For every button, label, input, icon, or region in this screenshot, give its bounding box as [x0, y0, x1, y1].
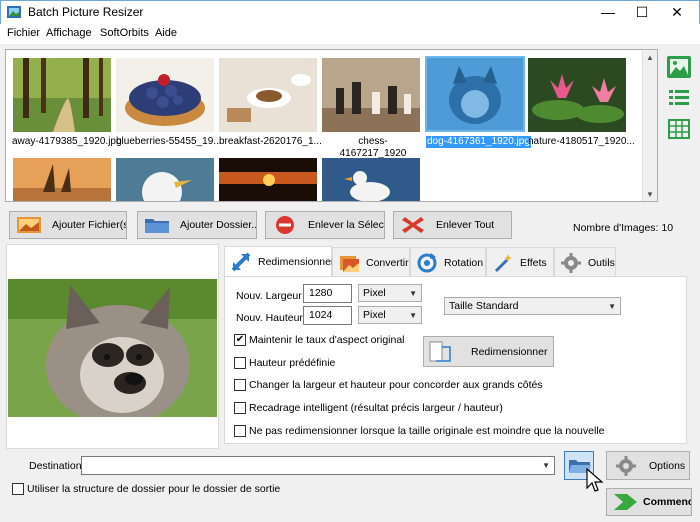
start-label: Commencer: [643, 496, 691, 508]
table-view-icon[interactable]: [666, 117, 692, 141]
tab-redimensionner[interactable]: Redimensionner: [224, 246, 335, 277]
thumbnail-list[interactable]: away-4179385_1920.jpg blueberries-55455_…: [5, 49, 658, 202]
height-unit-value: Pixel: [363, 309, 386, 321]
tab-convertir[interactable]: Convertir: [332, 247, 410, 277]
add-folder-label: Ajouter Dossier...: [180, 219, 257, 231]
thumbnail-label: nature-4180517_1920...: [528, 136, 635, 147]
remove-circle-icon: [276, 216, 294, 234]
chevron-down-icon: ▼: [608, 301, 616, 311]
gear-icon: [561, 252, 581, 273]
thumbnail-nature[interactable]: [528, 58, 626, 132]
no-upscale-label: Ne pas redimensionner lorsque la taille …: [249, 425, 605, 437]
preset-size-value: Taille Standard: [449, 300, 519, 312]
thumbnail-label: away-4179385_1920.jpg: [12, 136, 122, 147]
menu-aide[interactable]: Aide: [155, 27, 177, 39]
remove-all-button[interactable]: Enlever Tout: [393, 211, 512, 239]
image-count: Nombre d'Images: 10: [573, 222, 674, 234]
tab-label: Redimensionner: [258, 256, 335, 268]
chevron-down-icon: ▼: [409, 288, 417, 298]
convert-image-icon: [340, 255, 359, 272]
thumbnail-sunset[interactable]: [219, 158, 317, 201]
tab-label: Outils: [588, 256, 615, 269]
add-files-button[interactable]: Ajouter Fichier(s)...: [9, 211, 127, 239]
destination-input[interactable]: ▼: [81, 456, 555, 475]
add-image-icon: [17, 217, 41, 233]
width-unit-select[interactable]: Pixel ▼: [358, 284, 422, 302]
preview-panel: [6, 244, 219, 449]
resize-button[interactable]: Redimensionner: [423, 336, 554, 367]
start-arrow-icon: [614, 494, 637, 510]
width-unit-value: Pixel: [363, 287, 386, 299]
scroll-up-icon[interactable]: ▲: [646, 53, 654, 62]
magic-wand-icon: [494, 253, 512, 272]
remove-all-icon: [402, 217, 424, 233]
height-unit-select[interactable]: Pixel ▼: [358, 306, 422, 324]
width-input[interactable]: 1280: [303, 284, 352, 303]
options-label: Options: [649, 459, 686, 472]
thumbnail-view-icon[interactable]: [666, 55, 692, 79]
menu-affichage[interactable]: Affichage: [46, 27, 92, 39]
preview-image: [8, 279, 217, 417]
height-input[interactable]: 1024: [303, 306, 352, 325]
thumbnail-duck[interactable]: [322, 158, 420, 201]
thumbnail-blueberries[interactable]: [116, 58, 214, 132]
thumbnail-scrollbar[interactable]: ▲ ▼: [642, 50, 657, 201]
start-button[interactable]: Commencer: [606, 488, 692, 516]
thumbnail-dog[interactable]: [425, 56, 525, 132]
window-title: Batch Picture Resizer: [28, 5, 144, 19]
options-button[interactable]: Options: [606, 451, 690, 480]
height-label: Nouv. Hauteur: [236, 312, 303, 324]
keep-structure-label: Utiliser la structure de dossier pour le…: [27, 483, 281, 495]
menu-fichier[interactable]: Fichier: [7, 27, 40, 39]
thumbnail-away[interactable]: [13, 58, 111, 132]
thumbnail-label: breakfast-2620176_1...: [219, 136, 322, 147]
match-long-sides-checkbox[interactable]: [234, 379, 246, 391]
close-button[interactable]: ✕: [654, 0, 700, 24]
keep-aspect-label: Maintenir le taux d'aspect original: [249, 334, 405, 346]
tab-label: Rotation: [444, 256, 484, 269]
tab-label: Convertir: [366, 256, 409, 269]
tab-effets[interactable]: Effets: [486, 247, 554, 277]
no-upscale-checkbox[interactable]: [234, 425, 246, 437]
rotate-icon: [417, 252, 437, 272]
width-label: Nouv. Largeur: [236, 290, 302, 302]
preset-height-checkbox[interactable]: [234, 357, 246, 369]
smart-crop-checkbox[interactable]: [234, 402, 246, 414]
resize-arrow-icon: [231, 252, 251, 272]
tab-rotation[interactable]: Rotation: [410, 247, 486, 277]
resize-button-label: Redimensionner: [471, 346, 548, 358]
mouse-cursor-icon: [586, 468, 604, 492]
app-icon: [7, 6, 21, 18]
thumbnail-seagull[interactable]: [116, 158, 214, 201]
thumbnail-ship[interactable]: [13, 158, 111, 201]
keep-structure-checkbox[interactable]: [12, 483, 24, 495]
thumbnail-chess[interactable]: [322, 58, 420, 132]
gear-icon: [616, 455, 636, 476]
chevron-down-icon: ▼: [409, 310, 417, 320]
add-folder-button[interactable]: Ajouter Dossier...: [137, 211, 257, 239]
remove-all-label: Enlever Tout: [436, 219, 495, 231]
remove-selection-button[interactable]: Enlever la Sélection: [265, 211, 385, 239]
resize-doc-icon: [429, 341, 451, 362]
remove-selection-label: Enlever la Sélection: [308, 219, 384, 231]
smart-crop-label: Recadrage intelligent (résultat précis l…: [249, 402, 503, 414]
match-long-sides-label: Changer la largeur et hauteur pour conco…: [249, 379, 543, 391]
scroll-down-icon[interactable]: ▼: [646, 190, 654, 199]
tab-label: Effets: [520, 256, 547, 269]
thumbnail-label: blueberries-55455_19...: [116, 136, 222, 147]
preset-size-select[interactable]: Taille Standard ▼: [444, 297, 621, 315]
folder-icon: [145, 219, 169, 233]
tab-outils[interactable]: Outils: [554, 247, 616, 277]
thumbnail-breakfast[interactable]: [219, 58, 317, 132]
chevron-down-icon[interactable]: ▼: [542, 461, 550, 470]
thumbnail-label-selected: dog-4167361_1920.jpg: [426, 136, 531, 148]
preset-height-label: Hauteur prédéfinie: [249, 357, 336, 369]
destination-label: Destination: [29, 460, 82, 472]
list-view-icon[interactable]: [666, 86, 692, 110]
add-files-label: Ajouter Fichier(s)...: [52, 219, 126, 231]
menu-softorbits[interactable]: SoftOrbits: [100, 27, 149, 39]
keep-aspect-checkbox[interactable]: ✔: [234, 334, 246, 346]
